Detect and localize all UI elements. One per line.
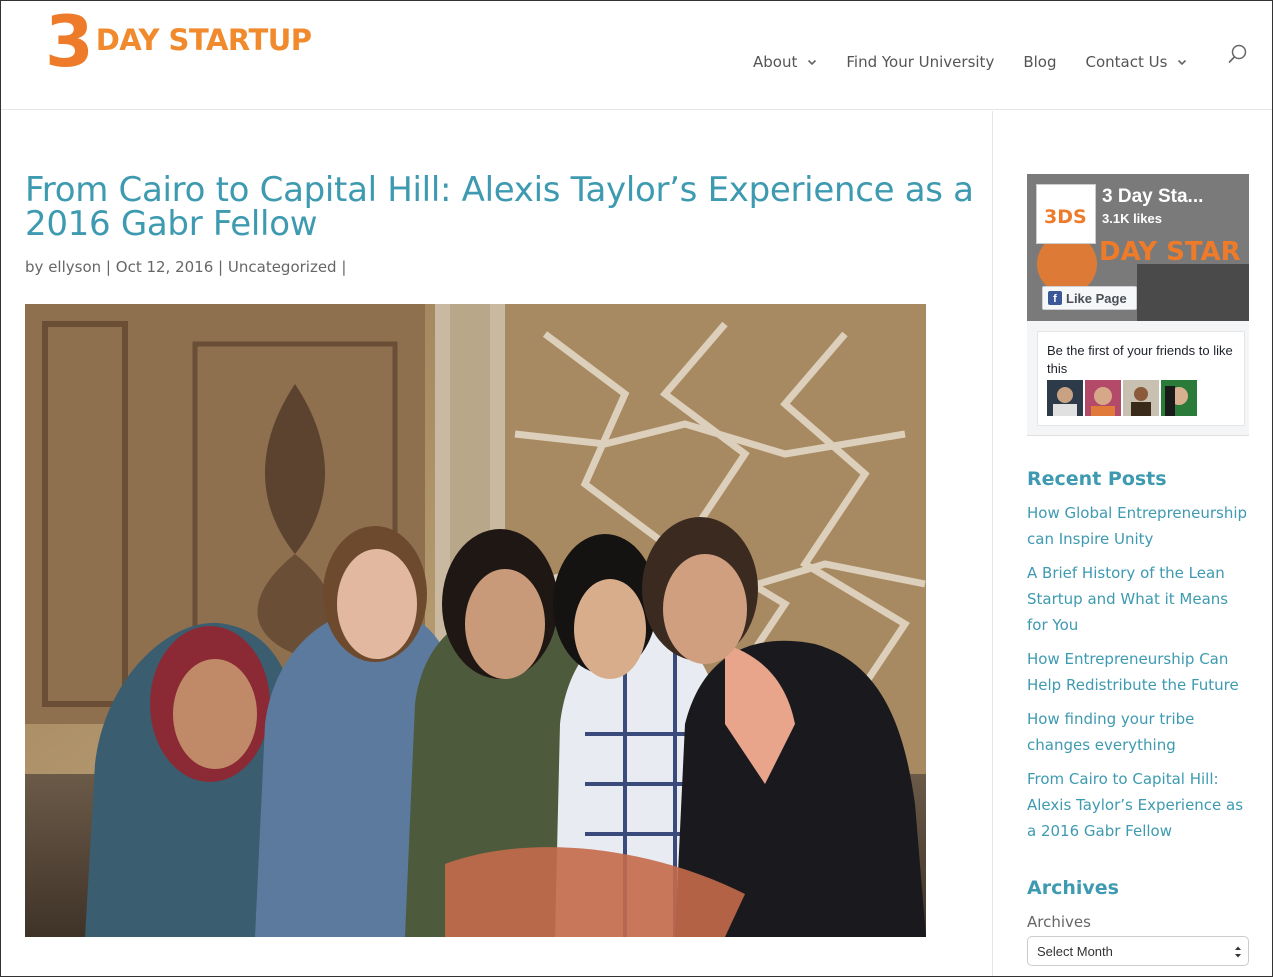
logo-numeral: 3 [45, 1, 94, 83]
featured-image [25, 304, 926, 937]
nav-item-about[interactable]: About [753, 53, 817, 71]
avatar[interactable] [1161, 380, 1197, 416]
chevron-down-icon [808, 59, 817, 66]
meta-separator: | [105, 258, 111, 276]
recent-post-link[interactable]: A Brief History of the Lean Startup and … [1027, 560, 1252, 638]
recent-posts-list: How Global Entrepreneurship can Inspire … [1027, 500, 1252, 852]
recent-post-link[interactable]: From Cairo to Capital Hill: Alexis Taylo… [1027, 766, 1252, 844]
nav-item-label: Blog [1023, 53, 1057, 71]
sidebar-divider [992, 111, 993, 976]
search-icon[interactable] [1227, 43, 1249, 65]
avatar[interactable] [1123, 380, 1159, 416]
post-meta: by ellyson | Oct 12, 2016 | Uncategorize… [25, 258, 346, 276]
fb-logo-text: 3DS [1044, 206, 1087, 228]
nav-item-find-your-university[interactable]: Find Your University [846, 53, 994, 71]
author-link[interactable]: ellyson [48, 258, 101, 276]
recent-post-link[interactable]: How finding your tribe changes everythin… [1027, 706, 1252, 758]
featured-photo [25, 304, 926, 937]
facebook-page-name[interactable]: 3 Day Sta... [1102, 186, 1203, 208]
nav-item-blog[interactable]: Blog [1023, 53, 1056, 71]
nav-item-label: Contact Us [1085, 53, 1168, 71]
meta-separator: | [218, 258, 224, 276]
facebook-cover[interactable]: DAY STAR 3DS 3 Day Sta... 3.1K likes f L… [1027, 174, 1249, 321]
logo-text: DAY STARTUP [95, 23, 312, 57]
recent-post-link[interactable]: How Global Entrepreneurship can Inspire … [1027, 500, 1252, 552]
facebook-icon: f [1048, 291, 1062, 305]
nav-item-label: About [753, 53, 798, 71]
like-page-label: Like Page [1066, 290, 1127, 306]
meta-by: by [25, 258, 44, 276]
site-header: 3 DAY STARTUP About Find Your University… [1, 1, 1272, 110]
facebook-friends-text: Be the first of your friends to like thi… [1047, 343, 1233, 376]
post-title: From Cairo to Capital Hill: Alexis Taylo… [25, 170, 974, 244]
facebook-likes-count: 3.1K likes [1102, 211, 1162, 226]
archives-label: Archives [1027, 913, 1091, 931]
nav-item-contact-us[interactable]: Contact Us [1086, 53, 1188, 71]
cover-text: DAY STAR [1099, 237, 1241, 267]
facebook-friend-avatars [1047, 380, 1199, 416]
avatar[interactable] [1047, 380, 1083, 416]
main-nav: About Find Your University Blog Contact … [753, 53, 1216, 71]
archives-select-value: Select Month [1037, 943, 1113, 959]
chevron-down-icon [1178, 59, 1187, 66]
post-date: Oct 12, 2016 [115, 258, 214, 276]
like-page-button[interactable]: f Like Page [1042, 286, 1137, 310]
avatar[interactable] [1085, 380, 1121, 416]
nav-item-label: Find Your University [846, 53, 995, 71]
meta-separator: | [341, 258, 347, 276]
archives-title: Archives [1027, 877, 1119, 899]
recent-posts-title: Recent Posts [1027, 468, 1167, 490]
page: 3 DAY STARTUP About Find Your University… [0, 0, 1273, 977]
facebook-friends-box: Be the first of your friends to like thi… [1037, 331, 1245, 426]
facebook-page-widget: DAY STAR 3DS 3 Day Sta... 3.1K likes f L… [1027, 174, 1249, 436]
recent-post-link[interactable]: How Entrepreneurship Can Help Redistribu… [1027, 646, 1252, 698]
facebook-page-logo[interactable]: 3DS [1036, 184, 1096, 244]
select-arrows-icon [1235, 946, 1241, 958]
category-link[interactable]: Uncategorized [228, 258, 337, 276]
archives-select[interactable]: Select Month [1027, 936, 1249, 966]
site-logo[interactable]: 3 DAY STARTUP [45, 1, 312, 83]
